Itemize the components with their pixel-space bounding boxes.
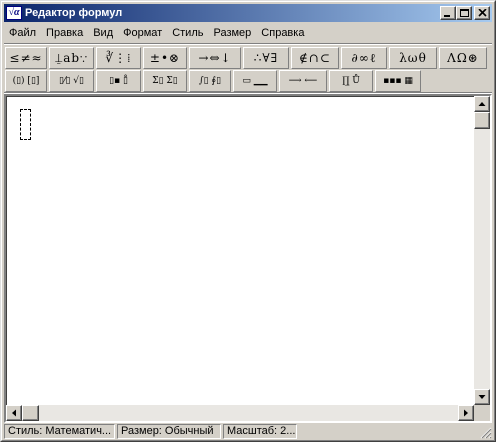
template-products[interactable]: ∏̲ Ů [329, 70, 373, 92]
palette-operators[interactable]: ±•⊗ [143, 47, 187, 69]
maximize-button[interactable] [456, 6, 472, 20]
app-icon[interactable]: √α [6, 6, 22, 20]
template-scripts[interactable]: ▯▪ ▯̊ [96, 70, 141, 92]
palette-relations[interactable]: ≤≠≈ [5, 47, 47, 69]
scroll-right-button[interactable] [458, 405, 474, 421]
close-button[interactable] [474, 6, 490, 20]
minimize-icon [444, 15, 450, 17]
horizontal-scrollbar[interactable] [6, 405, 474, 421]
arrow-right-icon [464, 409, 468, 417]
menu-file[interactable]: Файл [4, 24, 41, 42]
scrollbar-corner [474, 405, 490, 421]
arrow-up-icon [478, 102, 486, 106]
palette-misc[interactable]: ∂∞ℓ [341, 47, 387, 69]
status-style: Стиль: Математич... [4, 424, 115, 439]
menu-edit[interactable]: Правка [41, 24, 88, 42]
palette-greek-upper[interactable]: ΛΩ⊛ [439, 47, 487, 69]
menu-size[interactable]: Размер [208, 24, 256, 42]
template-labeled-arrows[interactable]: ⟶ ⟵ [279, 70, 327, 92]
menu-view[interactable]: Вид [88, 24, 118, 42]
empty-formula-slot[interactable] [20, 109, 31, 140]
editor-inner-frame [6, 96, 490, 421]
symbol-palette-row: ≤≠≈ ⍊ab∵ ∛⋮⁞ ±•⊗ →⇔↓ ∴∀∃ ∉∩⊂ ∂∞ℓ λωθ ΛΩ⊛ [5, 46, 489, 70]
close-icon [478, 9, 487, 17]
scroll-up-button[interactable] [474, 96, 490, 112]
menu-style[interactable]: Стиль [167, 24, 208, 42]
template-sums[interactable]: Σ▯ Σ▯ [143, 70, 187, 92]
palette-sets[interactable]: ∉∩⊂ [291, 47, 339, 69]
status-zoom: Масштаб: 2... [223, 424, 297, 439]
palette-embellishments[interactable]: ∛⋮⁞ [96, 47, 141, 69]
arrow-left-icon [12, 409, 16, 417]
palette-arrows[interactable]: →⇔↓ [189, 47, 241, 69]
template-bars[interactable]: ▭ ▁▁ [233, 70, 277, 92]
title-bar[interactable]: √α Редактор формул [4, 4, 492, 22]
caption-buttons [440, 6, 490, 20]
template-matrices[interactable]: ▪▪▪ ▦ [375, 70, 421, 92]
resize-grip-icon[interactable] [480, 427, 492, 439]
window-title: Редактор формул [25, 7, 123, 19]
formula-editing-area[interactable] [4, 94, 492, 423]
template-integrals[interactable]: ∫▯ ∮▯ [189, 70, 231, 92]
menu-separator [4, 43, 492, 45]
palette-spaces-ellipses[interactable]: ⍊ab∵ [49, 47, 94, 69]
scroll-down-button[interactable] [474, 389, 490, 405]
vertical-scrollbar[interactable] [474, 96, 490, 405]
menu-help[interactable]: Справка [256, 24, 309, 42]
minimize-button[interactable] [440, 6, 456, 20]
palette-greek-lower[interactable]: λωθ [389, 47, 437, 69]
horizontal-scroll-thumb[interactable] [22, 405, 39, 421]
vertical-scroll-thumb[interactable] [474, 112, 490, 129]
maximize-icon [460, 9, 469, 17]
arrow-down-icon [478, 395, 486, 399]
status-size: Размер: Обычный [117, 424, 221, 439]
menu-format[interactable]: Формат [118, 24, 167, 42]
template-palette-row: (▯) [▯] ▯⁄▯ √▯ ▯▪ ▯̊ Σ▯ Σ▯ ∫▯ ∮▯ ▭ ▁▁ ⟶ … [5, 69, 489, 93]
palette-logic[interactable]: ∴∀∃ [243, 47, 289, 69]
template-fractions-radicals[interactable]: ▯⁄▯ √▯ [49, 70, 94, 92]
scroll-left-button[interactable] [6, 405, 22, 421]
formula-editor-window: √α Редактор формул Файл Правка Вид Форма… [0, 0, 496, 442]
status-bar: Стиль: Математич... Размер: Обычный Масш… [4, 424, 492, 439]
menu-bar: Файл Правка Вид Формат Стиль Размер Спра… [4, 23, 492, 43]
template-fences[interactable]: (▯) [▯] [5, 70, 47, 92]
